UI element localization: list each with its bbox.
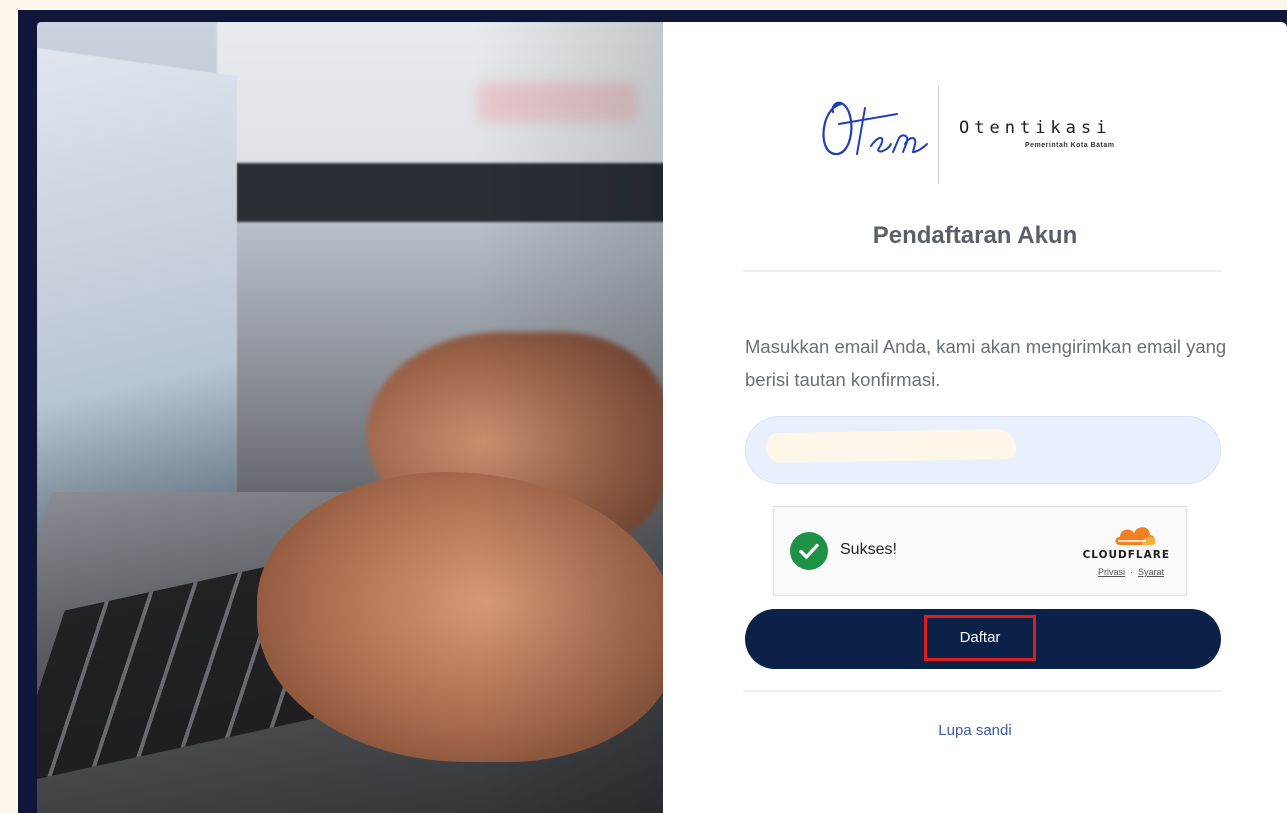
cloudflare-logo: CLOUDFLARE Privasi · Syarat: [1050, 521, 1170, 589]
cloudflare-brand: CLOUDFLARE: [1082, 549, 1170, 561]
register-button-label[interactable]: Daftar: [924, 615, 1036, 661]
logo-subtitle: Pemerintah Kota Batam: [1025, 142, 1115, 149]
form-description: Masukkan email Anda, kami akan mengirimk…: [745, 336, 1227, 390]
divider: [743, 690, 1223, 692]
hero-image: [37, 22, 663, 813]
logo-title: Otentikasi: [959, 118, 1112, 138]
email-field[interactable]: [745, 416, 1221, 484]
app-logo: Otentikasi Pemerintah Kota Batam: [813, 84, 1153, 184]
check-circle-icon: [790, 532, 828, 570]
forgot-password-link[interactable]: Lupa sandi: [663, 722, 1287, 739]
page-title: Pendaftaran Akun: [872, 222, 1078, 249]
registration-panel: Otentikasi Pemerintah Kota Batam Pendaft…: [663, 22, 1287, 813]
captcha-status: Sukses!: [840, 541, 897, 558]
terms-link[interactable]: Syarat: [1138, 567, 1164, 577]
logo-divider: [938, 86, 939, 184]
privacy-link[interactable]: Privasi: [1098, 567, 1125, 577]
redacted-email: [765, 428, 1017, 464]
cloudflare-links: Privasi · Syarat: [1097, 567, 1164, 577]
cloudflare-captcha[interactable]: Sukses! CLOUDFLARE Privasi · Syarat: [773, 506, 1187, 596]
oten-script-logo: [822, 101, 928, 156]
divider: [743, 270, 1223, 272]
cloudflare-cloud-icon: [1115, 527, 1156, 545]
